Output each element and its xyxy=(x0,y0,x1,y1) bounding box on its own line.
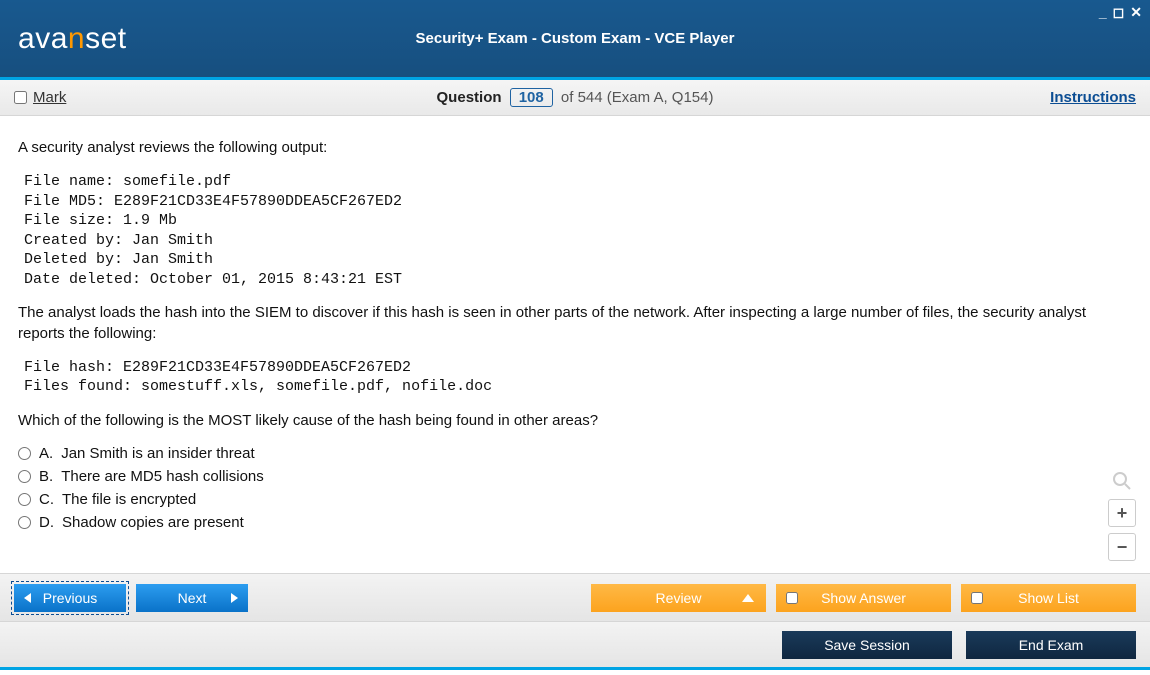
title-bar: avanset Security+ Exam - Custom Exam - V… xyxy=(0,0,1150,80)
button-label: Review xyxy=(656,590,702,606)
question-middle: The analyst loads the hash into the SIEM… xyxy=(18,303,1132,344)
minimize-icon[interactable]: _ xyxy=(1099,4,1107,21)
option-radio[interactable] xyxy=(18,493,31,506)
option-text: Jan Smith is an insider threat xyxy=(61,445,254,462)
show-list-button[interactable]: Show List xyxy=(961,584,1136,612)
arrow-right-icon xyxy=(231,593,238,603)
close-icon[interactable]: ✕ xyxy=(1130,4,1142,21)
end-exam-button[interactable]: End Exam xyxy=(966,631,1136,659)
option-text: There are MD5 hash collisions xyxy=(61,468,264,485)
window-controls: _ ◻ ✕ xyxy=(1099,4,1142,21)
show-answer-checkbox[interactable] xyxy=(786,592,798,604)
question-body: A security analyst reviews the following… xyxy=(0,116,1150,574)
option-a[interactable]: A. Jan Smith is an insider threat xyxy=(18,445,1132,462)
option-c[interactable]: C. The file is encrypted xyxy=(18,491,1132,508)
triangle-up-icon xyxy=(742,594,754,602)
question-number: 108 xyxy=(510,88,553,107)
logo-part: v xyxy=(35,22,51,56)
option-text: The file is encrypted xyxy=(62,491,196,508)
question-header: Mark Question 108 of 544 (Exam A, Q154) … xyxy=(0,80,1150,116)
zoom-tools: + − xyxy=(1108,469,1136,561)
code-block-1: File name: somefile.pdf File MD5: E289F2… xyxy=(24,172,1132,289)
question-label: Question xyxy=(437,89,502,106)
zoom-out-button[interactable]: − xyxy=(1108,533,1136,561)
button-label: Show Answer xyxy=(821,590,906,606)
option-radio[interactable] xyxy=(18,516,31,529)
option-text: Shadow copies are present xyxy=(62,514,244,531)
show-answer-button[interactable]: Show Answer xyxy=(776,584,951,612)
window-title: Security+ Exam - Custom Exam - VCE Playe… xyxy=(0,30,1150,47)
mark-checkbox-wrap[interactable]: Mark xyxy=(14,89,66,106)
button-label: Previous xyxy=(43,590,97,606)
answer-options: A. Jan Smith is an insider threat B. The… xyxy=(18,445,1132,531)
logo-part: a xyxy=(18,22,35,56)
code-block-2: File hash: E289F21CD33E4F57890DDEA5CF267… xyxy=(24,358,1132,397)
option-b[interactable]: B. There are MD5 hash collisions xyxy=(18,468,1132,485)
button-label: Show List xyxy=(1018,590,1079,606)
mark-label[interactable]: Mark xyxy=(33,89,66,106)
option-letter: C. xyxy=(39,491,54,508)
option-radio[interactable] xyxy=(18,447,31,460)
option-d[interactable]: D. Shadow copies are present xyxy=(18,514,1132,531)
previous-button[interactable]: Previous xyxy=(14,584,126,612)
option-radio[interactable] xyxy=(18,470,31,483)
logo-part: set xyxy=(85,22,127,56)
session-button-bar: Save Session End Exam xyxy=(0,622,1150,670)
question-prompt: Which of the following is the MOST likel… xyxy=(18,411,1132,431)
review-button[interactable]: Review xyxy=(591,584,766,612)
option-letter: B. xyxy=(39,468,53,485)
instructions-link[interactable]: Instructions xyxy=(1050,89,1136,106)
question-total: of 544 (Exam A, Q154) xyxy=(561,89,714,106)
logo-part: a xyxy=(51,22,68,56)
search-icon[interactable] xyxy=(1110,469,1134,493)
logo-part: n xyxy=(68,22,85,56)
nav-button-bar: Previous Next Review Show Answer Show Li… xyxy=(0,574,1150,622)
arrow-left-icon xyxy=(24,593,31,603)
zoom-in-button[interactable]: + xyxy=(1108,499,1136,527)
button-label: Next xyxy=(178,590,207,606)
next-button[interactable]: Next xyxy=(136,584,248,612)
maximize-icon[interactable]: ◻ xyxy=(1113,4,1125,21)
option-letter: A. xyxy=(39,445,53,462)
app-logo: avanset xyxy=(18,22,127,56)
question-intro: A security analyst reviews the following… xyxy=(18,138,1132,158)
show-list-checkbox[interactable] xyxy=(971,592,983,604)
mark-checkbox[interactable] xyxy=(14,91,27,104)
option-letter: D. xyxy=(39,514,54,531)
question-counter: Question 108 of 544 (Exam A, Q154) xyxy=(0,88,1150,107)
save-session-button[interactable]: Save Session xyxy=(782,631,952,659)
